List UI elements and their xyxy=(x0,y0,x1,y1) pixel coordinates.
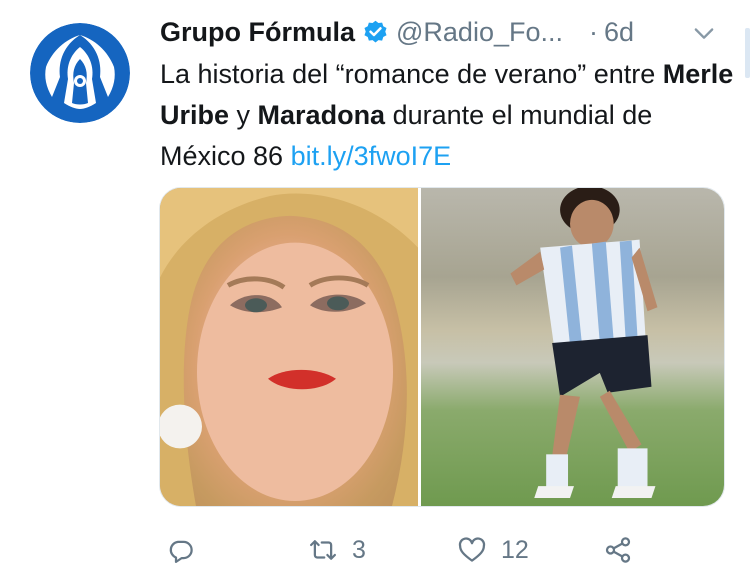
tweet-text: La historia del “romance de verano” entr… xyxy=(160,54,735,177)
tweet[interactable]: Grupo Fórmula @Radio_Fo... · 6d La histo… xyxy=(0,0,750,581)
mention-name: Maradona xyxy=(257,100,386,130)
like-button[interactable]: 12 xyxy=(457,528,529,572)
share-button[interactable] xyxy=(603,528,633,572)
reply-icon xyxy=(166,535,196,565)
tweet-text-part: y xyxy=(229,100,258,130)
woman-portrait-image xyxy=(160,188,418,506)
time-separator: · xyxy=(588,16,598,47)
chevron-down-icon[interactable] xyxy=(690,19,718,47)
avatar[interactable] xyxy=(30,23,130,123)
retweet-icon xyxy=(308,535,338,565)
tweet-header: Grupo Fórmula @Radio_Fo... · 6d xyxy=(160,14,730,50)
football-player-image xyxy=(510,188,658,499)
tweet-text-part: La historia del “romance de verano” entr… xyxy=(160,59,663,89)
display-name[interactable]: Grupo Fórmula xyxy=(160,17,355,48)
reply-button[interactable] xyxy=(166,528,210,572)
tweet-link[interactable]: bit.ly/3fwoI7E xyxy=(291,141,452,171)
user-handle[interactable]: @Radio_Fo... xyxy=(396,17,563,48)
grupo-formula-logo xyxy=(30,23,130,123)
heart-icon xyxy=(457,535,487,565)
retweet-count: 3 xyxy=(352,535,366,564)
media-photo-woman[interactable] xyxy=(160,188,418,506)
verified-badge-icon xyxy=(362,19,389,46)
share-icon xyxy=(603,535,633,565)
media-photo-player[interactable] xyxy=(421,188,724,506)
tweet-media[interactable] xyxy=(159,187,725,507)
retweet-button[interactable]: 3 xyxy=(308,528,366,572)
timestamp[interactable]: 6d xyxy=(604,17,634,48)
tweet-actions: 3 12 xyxy=(160,528,660,572)
like-count: 12 xyxy=(501,535,529,564)
scrollbar[interactable] xyxy=(745,28,750,78)
